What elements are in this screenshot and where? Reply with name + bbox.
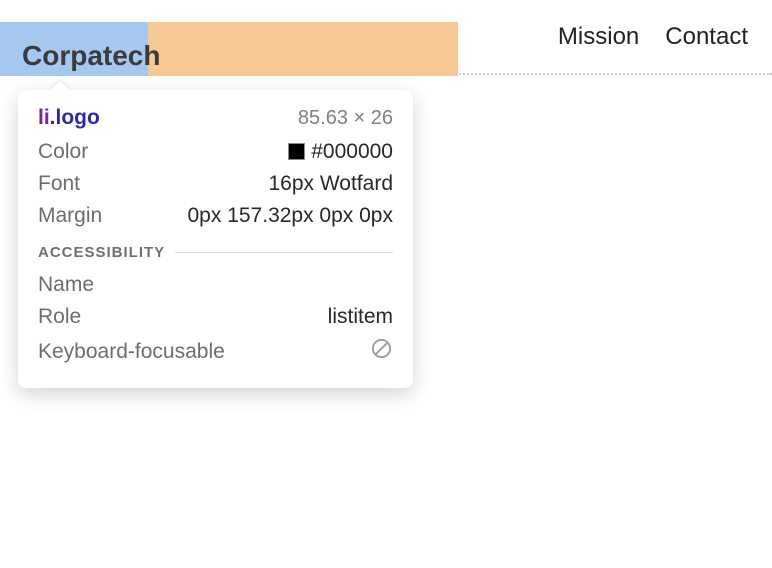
nav-link-contact[interactable]: Contact: [665, 23, 748, 51]
not-allowed-icon: [370, 337, 393, 360]
navbar: Corpatech Mission Contact: [0, 0, 772, 75]
prop-margin: Margin 0px 157.32px 0px 0px: [38, 204, 393, 228]
devtools-element-tooltip: li.logo 85.63 × 26 Color #000000 Font 16…: [18, 90, 413, 388]
color-swatch-icon: [288, 143, 305, 160]
a11y-name: Name: [38, 273, 393, 297]
a11y-role: Role listitem: [38, 305, 393, 329]
nav-links: Mission Contact: [558, 23, 754, 51]
prop-font: Font 16px Wotfard: [38, 172, 393, 196]
element-selector: li.logo: [38, 106, 100, 130]
a11y-section-header: ACCESSIBILITY: [38, 244, 393, 261]
box-model-margin-highlight: [148, 22, 458, 76]
prop-color: Color #000000: [38, 140, 393, 164]
element-dimensions: 85.63 × 26: [298, 107, 393, 130]
logo[interactable]: Corpatech: [18, 2, 160, 72]
a11y-keyboard-focusable: Keyboard-focusable: [38, 337, 393, 366]
nav-link-mission[interactable]: Mission: [558, 23, 639, 51]
logo-wrap: Corpatech: [18, 2, 160, 72]
